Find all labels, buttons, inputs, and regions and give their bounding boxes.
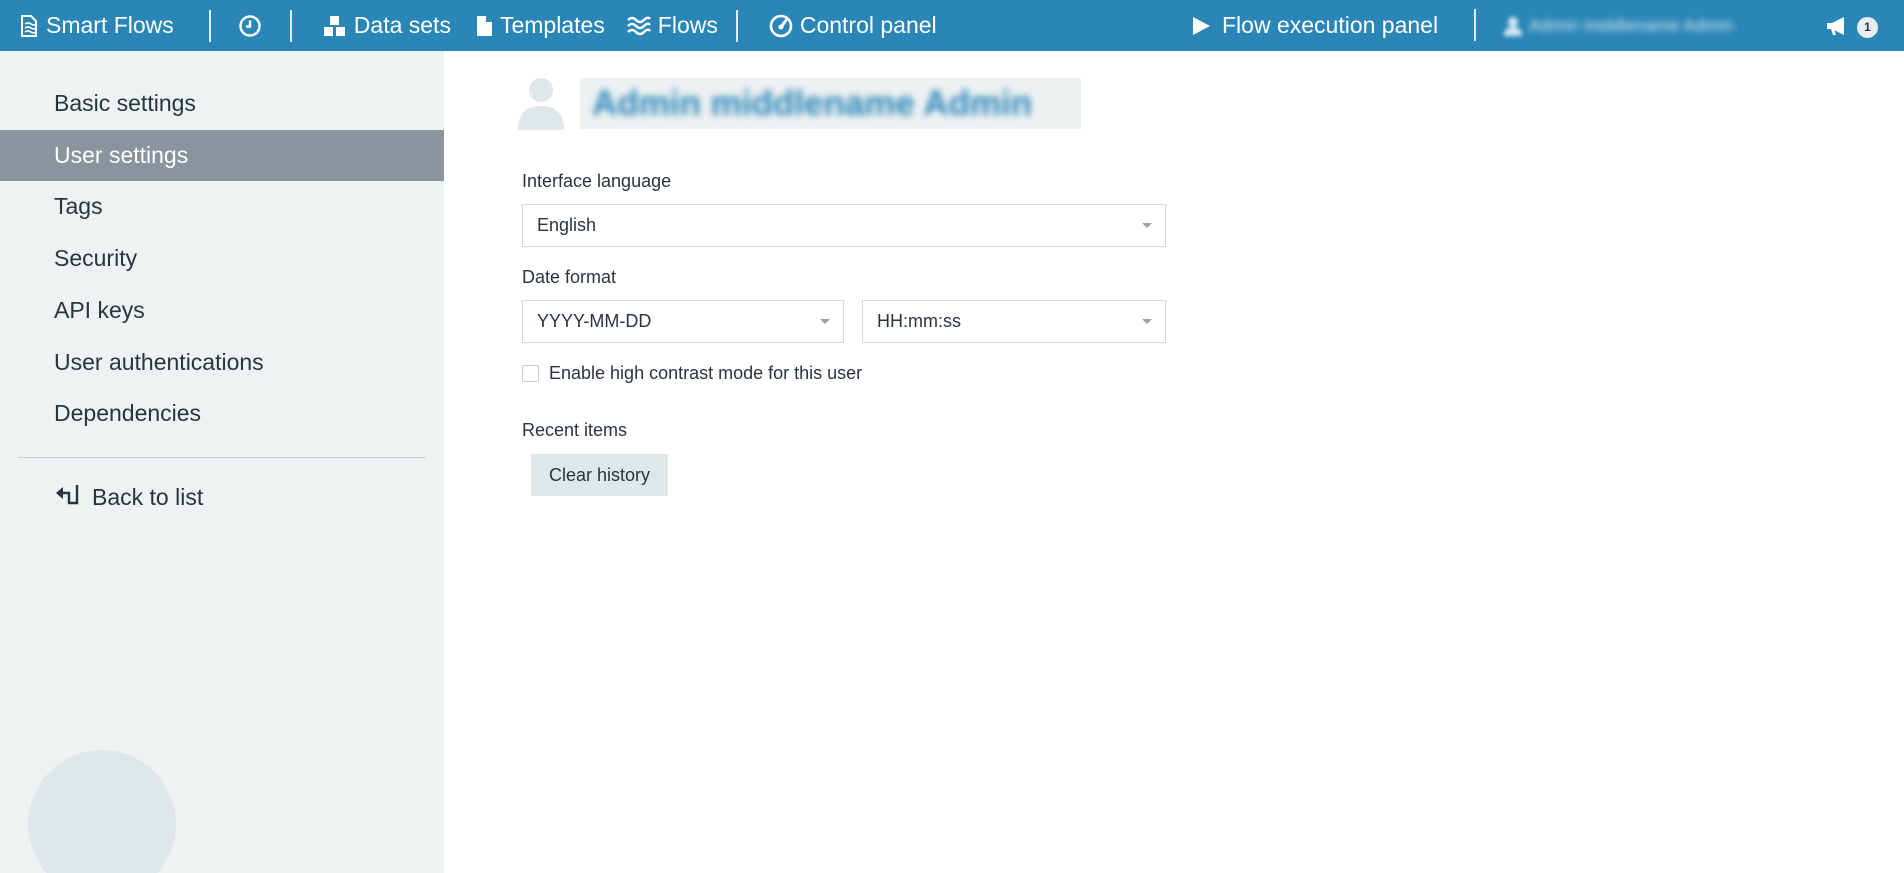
- notifications-button[interactable]: 1: [1825, 0, 1878, 51]
- user-icon: [1504, 16, 1522, 36]
- flow-execution-panel-link[interactable]: Flow execution panel: [1191, 0, 1438, 51]
- user-avatar-icon: [516, 76, 566, 135]
- play-icon: [1191, 16, 1211, 36]
- sidebar-item-tags[interactable]: Tags: [0, 181, 444, 232]
- date-format-select[interactable]: YYYY-MM-DD: [522, 300, 844, 343]
- nav-divider: [289, 9, 292, 42]
- sidebar-item-label: Security: [54, 245, 138, 271]
- cubes-icon: [323, 15, 347, 37]
- nav-control-panel[interactable]: Control panel: [769, 0, 937, 51]
- history-button[interactable]: [238, 0, 262, 51]
- nav-data-sets[interactable]: Data sets: [323, 0, 451, 51]
- clock-icon: [238, 14, 262, 38]
- sidebar-item-label: Basic settings: [54, 90, 196, 116]
- clear-history-button[interactable]: Clear history: [531, 454, 668, 496]
- sidebar-item-label: Dependencies: [54, 400, 202, 426]
- brand-label: Smart Flows: [46, 12, 174, 38]
- notification-count-badge: 1: [1857, 16, 1878, 38]
- nav-flows-label: Flows: [657, 12, 718, 38]
- interface-language-label: Interface language: [522, 171, 672, 191]
- high-contrast-label: Enable high contrast mode for this user: [549, 363, 863, 383]
- file-icon: [476, 15, 493, 37]
- recent-items-label: Recent items: [522, 420, 628, 440]
- sidebar-item-api-keys[interactable]: API keys: [0, 285, 444, 336]
- sidebar-item-security[interactable]: Security: [0, 233, 444, 284]
- sidebar-item-label: Tags: [54, 193, 103, 219]
- interface-language-select[interactable]: English: [522, 204, 1166, 247]
- date-format-value: YYYY-MM-DD: [537, 311, 652, 331]
- nav-flows[interactable]: Flows: [626, 0, 718, 51]
- user-settings-panel: Admin middlename Admin Interface languag…: [444, 51, 1904, 873]
- user-menu-label: Admin middlename Admin: [1529, 15, 1734, 35]
- nav-control-panel-label: Control panel: [799, 12, 937, 38]
- waves-icon: [626, 15, 651, 37]
- nav-divider: [208, 9, 211, 42]
- nav-divider: [735, 9, 738, 42]
- decorative-circle: [28, 750, 176, 873]
- sidebar-item-user-settings[interactable]: User settings: [0, 130, 444, 181]
- sidebar-item-label: User settings: [54, 142, 189, 168]
- sidebar-item-user-authentications[interactable]: User authentications: [0, 337, 444, 388]
- nav-templates[interactable]: Templates: [476, 0, 605, 51]
- brand-link[interactable]: Smart Flows: [19, 0, 174, 51]
- chevron-down-icon: [1142, 223, 1152, 228]
- interface-language-value: English: [537, 215, 597, 235]
- settings-sidebar: Basic settings User settings Tags Securi…: [0, 51, 444, 873]
- flow-execution-panel-label: Flow execution panel: [1222, 12, 1439, 38]
- back-to-list-label: Back to list: [92, 483, 204, 510]
- sidebar-item-label: User authentications: [54, 349, 264, 375]
- user-full-name-text: Admin middlename Admin: [592, 83, 1033, 123]
- high-contrast-option: Enable high contrast mode for this user: [522, 363, 862, 384]
- sidebar-divider: [18, 457, 426, 458]
- user-menu[interactable]: Admin middlename Admin: [1504, 0, 1733, 51]
- sidebar-item-dependencies[interactable]: Dependencies: [0, 388, 444, 439]
- time-format-value: HH:mm:ss: [877, 311, 961, 331]
- nav-templates-label: Templates: [499, 12, 605, 38]
- smart-flows-logo-icon: [19, 14, 39, 38]
- megaphone-icon: [1825, 15, 1849, 37]
- sidebar-item-label: API keys: [54, 297, 145, 323]
- sidebar-item-basic-settings[interactable]: Basic settings: [0, 78, 444, 129]
- nav-divider: [1474, 9, 1476, 41]
- chevron-down-icon: [820, 319, 830, 324]
- user-full-name: Admin middlename Admin: [580, 78, 1081, 129]
- back-to-list-link[interactable]: Back to list: [54, 477, 203, 517]
- chevron-down-icon: [1142, 319, 1152, 324]
- date-format-label: Date format: [522, 267, 617, 287]
- time-format-select[interactable]: HH:mm:ss: [862, 300, 1166, 343]
- back-arrow-icon: [54, 482, 80, 512]
- top-navigation-bar: Smart Flows Data sets Templates Flows Co…: [0, 0, 1904, 51]
- nav-data-sets-label: Data sets: [353, 12, 451, 38]
- gauge-icon: [769, 14, 793, 38]
- high-contrast-checkbox[interactable]: [522, 365, 539, 382]
